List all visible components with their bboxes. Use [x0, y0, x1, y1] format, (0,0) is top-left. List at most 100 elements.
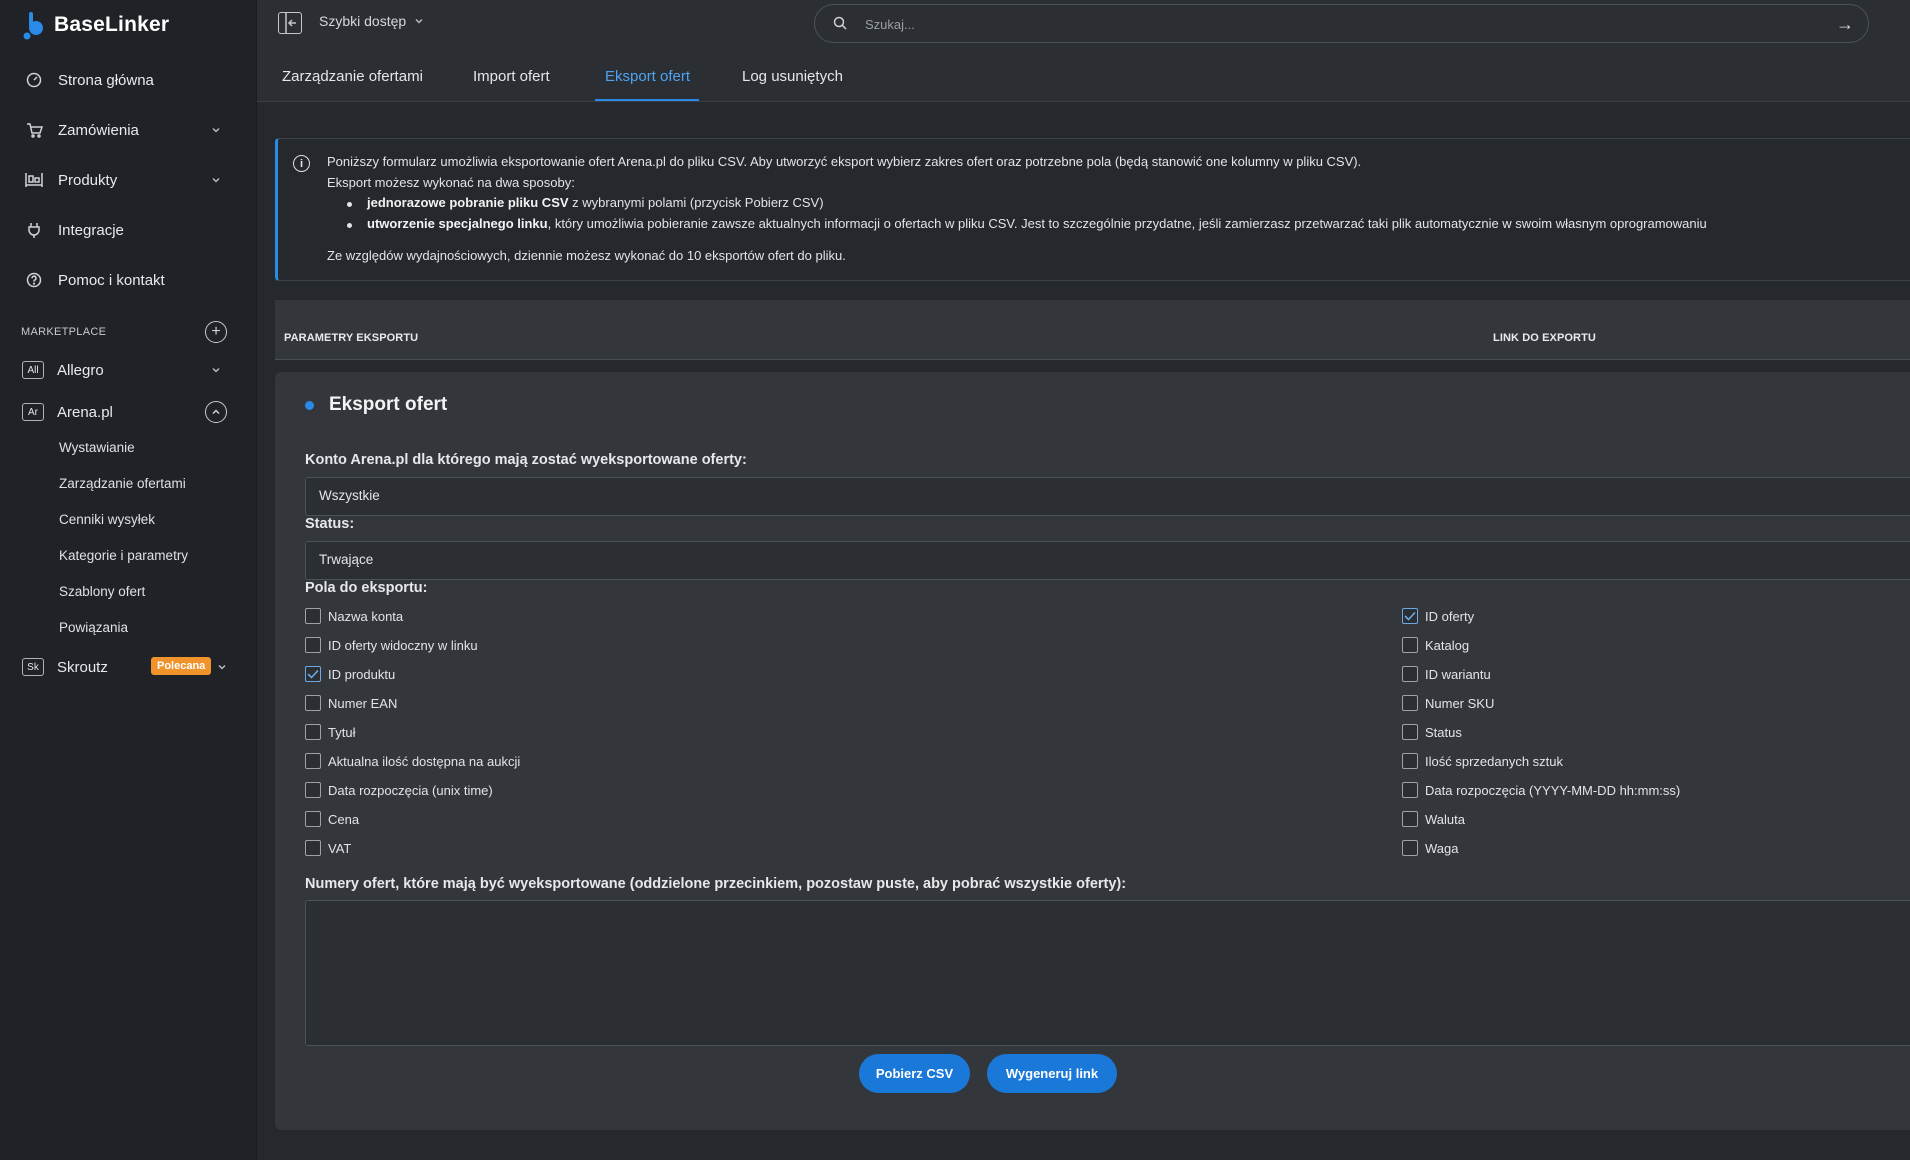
active-tab-indicator — [595, 99, 699, 101]
checkbox[interactable] — [305, 637, 321, 653]
checkbox[interactable] — [305, 724, 321, 740]
search-input[interactable] — [865, 13, 1765, 35]
generate-link-button[interactable]: Wygeneruj link — [987, 1054, 1117, 1093]
tab-export-offers[interactable]: Eksport ofert — [605, 68, 690, 85]
checkbox[interactable] — [1402, 724, 1418, 740]
checkbox[interactable] — [1402, 782, 1418, 798]
checkbox[interactable] — [305, 753, 321, 769]
info-line: Ze względów wydajnościowych, dziennie mo… — [327, 248, 846, 263]
checkbox-label: ID wariantu — [1425, 666, 1491, 682]
marketplace-section-label: MARKETPLACE — [21, 326, 107, 338]
export-field-checkbox[interactable]: Data rozpoczęcia (unix time) — [305, 782, 493, 798]
checkbox-checked[interactable] — [305, 666, 321, 682]
export-field-checkbox[interactable]: Tytuł — [305, 724, 355, 740]
arena-subitem[interactable]: Zarządzanie ofertami — [59, 476, 186, 491]
app-name: BaseLinker — [54, 13, 170, 36]
marketplace-label: Arena.pl — [57, 403, 113, 421]
sidebar: BaseLinker Strona główna Zamówienia Prod… — [0, 0, 257, 1160]
offer-numbers-textarea[interactable] — [305, 900, 1910, 1046]
export-field-checkbox[interactable]: Numer EAN — [305, 695, 397, 711]
export-field-checkbox[interactable]: ID produktu — [305, 666, 395, 682]
marketplace-skroutz[interactable]: Sk Skroutz Polecana — [0, 649, 257, 685]
checkbox-label: Aktualna ilość dostępna na aukcji — [328, 753, 521, 769]
export-field-checkbox[interactable]: Katalog — [1402, 637, 1469, 653]
checkbox-label: Waga — [1425, 840, 1459, 856]
nav-item-orders[interactable]: Zamówienia — [0, 110, 257, 150]
checkbox[interactable] — [305, 608, 321, 624]
marketplace-allegro[interactable]: All Allegro — [0, 352, 257, 388]
export-field-checkbox[interactable]: VAT — [305, 840, 351, 856]
export-field-checkbox[interactable]: ID oferty widoczny w linku — [305, 637, 478, 653]
checkbox-label: Katalog — [1425, 637, 1470, 653]
params-title: PARAMETRY EKSPORTU — [284, 332, 419, 344]
status-select[interactable]: Trwające — [305, 541, 1910, 580]
info-line: Eksport możesz wykonać na dwa sposoby: — [327, 175, 575, 190]
nav-item-help[interactable]: Pomoc i kontakt — [0, 260, 257, 300]
arrow-right-icon[interactable]: → — [1836, 14, 1854, 35]
export-field-checkbox[interactable]: ID oferty — [1402, 608, 1474, 624]
nav-item-home[interactable]: Strona główna — [0, 60, 257, 100]
download-csv-button[interactable]: Pobierz CSV — [859, 1054, 970, 1093]
account-select[interactable]: Wszystkie — [305, 477, 1910, 516]
collapse-button[interactable] — [205, 401, 227, 423]
checkbox-label: Cena — [328, 811, 360, 827]
checkmark-icon — [307, 669, 319, 679]
arena-subitem[interactable]: Cenniki wysyłek — [59, 512, 155, 527]
sidebar-toggle-button[interactable] — [278, 12, 302, 34]
checkbox[interactable] — [1402, 753, 1418, 769]
add-marketplace-button[interactable]: + — [205, 321, 227, 343]
export-field-checkbox[interactable]: Data rozpoczęcia (YYYY-MM-DD hh:mm:ss) — [1402, 782, 1680, 798]
checkbox-label: ID oferty — [1425, 608, 1475, 624]
checkbox[interactable] — [1402, 666, 1418, 682]
export-field-checkbox[interactable]: Status — [1402, 724, 1462, 740]
checkbox[interactable] — [1402, 695, 1418, 711]
arena-subitem[interactable]: Powiązania — [59, 620, 128, 635]
fields-label: Pola do eksportu: — [305, 580, 428, 596]
export-field-checkbox[interactable]: ID wariantu — [1402, 666, 1491, 682]
help-icon — [25, 271, 43, 289]
checkbox[interactable] — [1402, 637, 1418, 653]
plug-icon — [25, 221, 43, 239]
status-dot — [305, 401, 314, 410]
export-field-checkbox[interactable]: Ilość sprzedanych sztuk — [1402, 753, 1563, 769]
params-header: PARAMETRY EKSPORTU LINK DO EXPORTU — [275, 300, 1910, 360]
export-field-checkbox[interactable]: Waluta — [1402, 811, 1465, 827]
info-bullet-2: utworzenie specjalnego linku, który umoż… — [367, 216, 1707, 231]
export-field-checkbox[interactable]: Aktualna ilość dostępna na aukcji — [305, 753, 520, 769]
arena-subitem[interactable]: Wystawianie — [59, 440, 135, 455]
info-line: Poniższy formularz umożliwia eksportowan… — [327, 154, 1362, 169]
checkbox-checked[interactable] — [1402, 608, 1418, 624]
nav-item-products[interactable]: Produkty — [0, 160, 257, 200]
checkbox[interactable] — [1402, 840, 1418, 856]
text: z wybranymi polami (przycisk Pobierz CSV… — [568, 195, 824, 210]
quick-access-dropdown[interactable]: Szybki dostęp — [319, 13, 424, 29]
checkbox-label: Waluta — [1425, 811, 1465, 827]
arena-subitem[interactable]: Kategorie i parametry — [59, 548, 188, 563]
export-field-checkbox[interactable]: Nazwa konta — [305, 608, 403, 624]
tab-manage-offers[interactable]: Zarządzanie ofertami — [282, 68, 423, 85]
marketplace-arena[interactable]: Ar Arena.pl — [0, 394, 257, 430]
checkbox-label: Data rozpoczęcia (unix time) — [328, 782, 493, 798]
search-bar[interactable]: → — [814, 4, 1869, 43]
chevron-down-icon — [211, 122, 221, 139]
dashboard-icon — [25, 71, 43, 89]
export-field-checkbox[interactable]: Cena — [305, 811, 359, 827]
checkbox[interactable] — [1402, 811, 1418, 827]
checkbox[interactable] — [305, 811, 321, 827]
export-link-title: LINK DO EXPORTU — [1493, 332, 1596, 344]
arena-subitem[interactable]: Szablony ofert — [59, 584, 145, 599]
checkbox[interactable] — [305, 840, 321, 856]
checkbox-label: Data rozpoczęcia (YYYY-MM-DD hh:mm:ss) — [1425, 782, 1681, 798]
logo[interactable]: BaseLinker — [22, 10, 169, 40]
nav-item-integrations[interactable]: Integracje — [0, 210, 257, 250]
checkbox[interactable] — [305, 782, 321, 798]
tab-import-offers[interactable]: Import ofert — [473, 68, 550, 85]
baselinker-logo-icon — [22, 10, 48, 40]
checkbox[interactable] — [305, 695, 321, 711]
export-field-checkbox[interactable]: Waga — [1402, 840, 1458, 856]
checkmark-icon — [1404, 611, 1416, 621]
checkbox-label: Tytuł — [328, 724, 356, 740]
export-field-checkbox[interactable]: Numer SKU — [1402, 695, 1494, 711]
checkbox-label: VAT — [328, 840, 352, 856]
tab-deleted-log[interactable]: Log usuniętych — [742, 68, 843, 85]
